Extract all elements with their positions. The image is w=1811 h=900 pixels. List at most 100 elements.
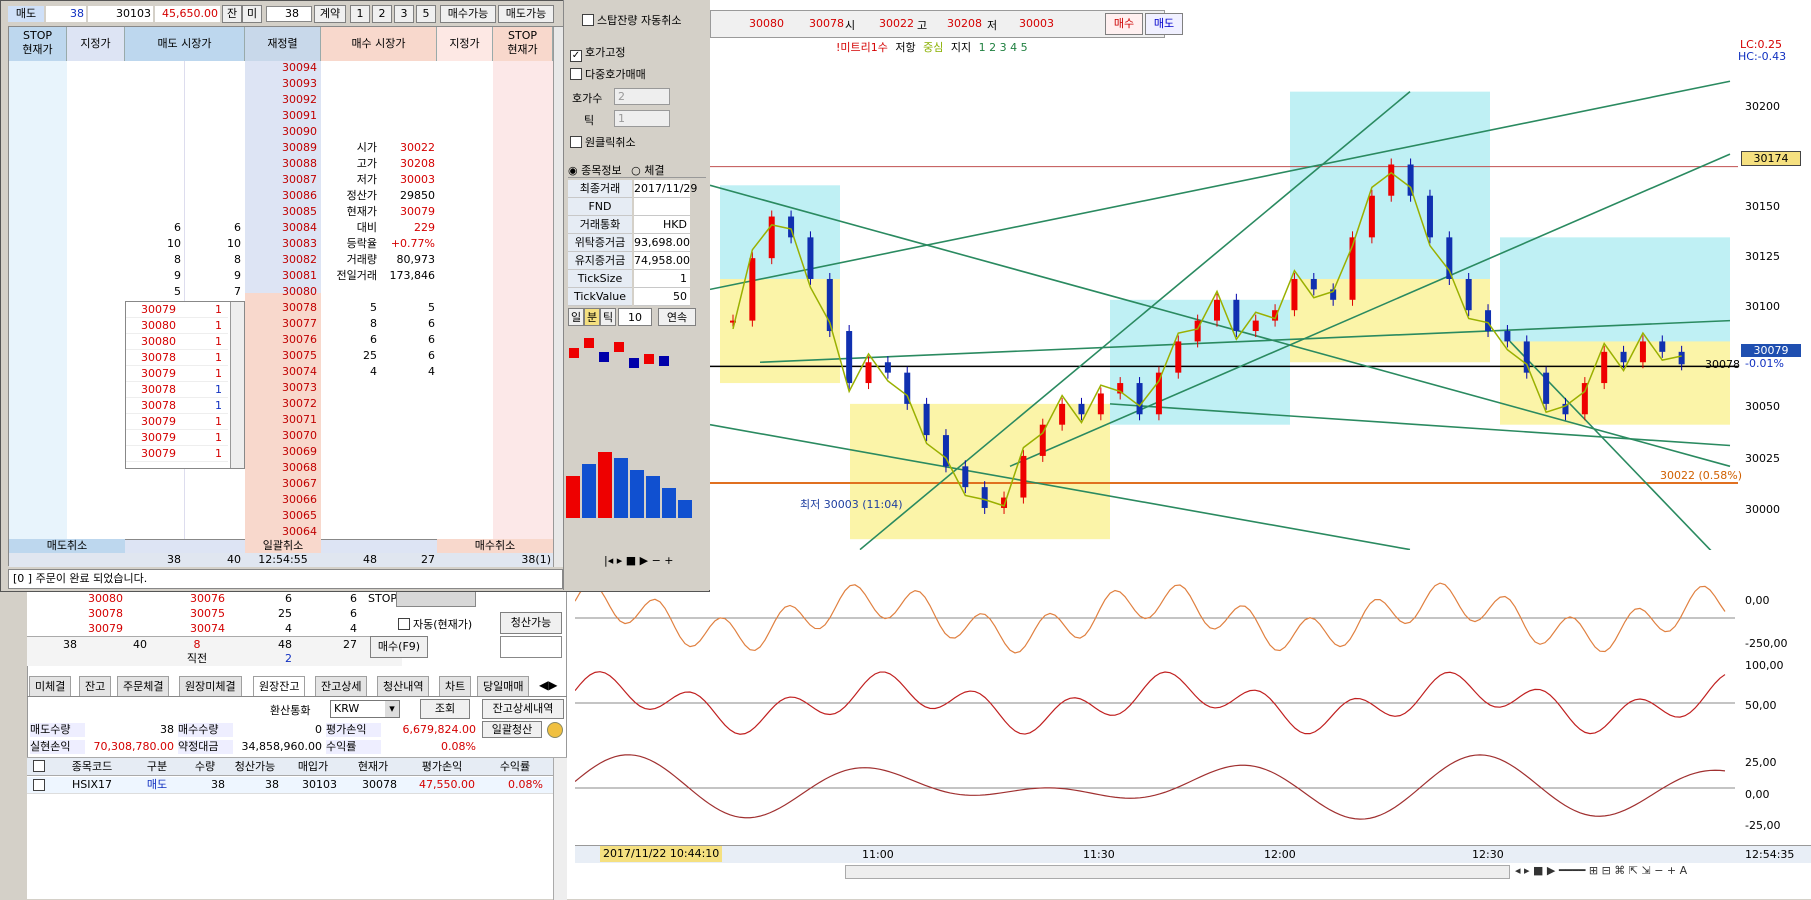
price-level[interactable]: 30081 — [245, 269, 317, 283]
info-radio[interactable]: ◉ — [568, 164, 578, 177]
clear-able-button[interactable]: 청산가능 — [500, 612, 562, 634]
period-n[interactable]: 10 — [618, 308, 652, 326]
price-level[interactable]: 30065 — [245, 509, 317, 523]
price-level[interactable]: 30073 — [245, 381, 317, 395]
mini-chart[interactable] — [564, 328, 706, 558]
tab-balance[interactable]: 잔고 — [79, 676, 112, 696]
tick-select[interactable]: 1 — [614, 110, 670, 127]
price-level[interactable]: 30091 — [245, 109, 317, 123]
price-level[interactable]: 30084 — [245, 221, 317, 235]
qty-input[interactable]: 38 — [266, 6, 312, 22]
balance-button[interactable]: 잔 — [222, 5, 242, 23]
price-level[interactable]: 30071 — [245, 413, 317, 427]
qty-preset-3[interactable]: 3 — [394, 5, 414, 23]
tab-ledger-balance[interactable]: 원장잔고 — [253, 676, 306, 696]
tab-unfilled[interactable]: 미체결 — [29, 676, 72, 696]
clear-qty-input[interactable] — [500, 636, 562, 658]
unfilled-button[interactable]: 미 — [242, 5, 262, 23]
tab-ledger-unfilled[interactable]: 원장미체결 — [179, 676, 242, 696]
osc-line — [575, 754, 1726, 820]
tick-scrollbar[interactable] — [230, 302, 244, 468]
table-scrollbar[interactable] — [553, 758, 567, 900]
period-tick[interactable]: 틱 — [600, 308, 616, 326]
price-level[interactable]: 30089 — [245, 141, 317, 155]
all-cancel-button[interactable]: 일괄취소 — [245, 539, 321, 553]
query-button[interactable]: 조회 — [420, 699, 470, 719]
table-row[interactable]: HSIX17 매도 38 38 30103 30078 47,550.00 0.… — [27, 777, 567, 794]
price-level[interactable]: 30070 — [245, 429, 317, 443]
currency-select[interactable]: KRW ▾ — [330, 700, 400, 718]
status-text: [0 ] 주문이 완료 되었습니다. — [13, 572, 148, 585]
price-chart[interactable] — [710, 40, 1738, 550]
tab-scroll-icon[interactable]: ◀▶ — [539, 678, 557, 692]
one-click-checkbox[interactable] — [570, 136, 582, 148]
chart-sell-button[interactable]: 매도 — [1145, 13, 1183, 35]
exec-radio[interactable]: ○ — [631, 164, 641, 177]
balance-detail-button[interactable]: 잔고상세내역 — [482, 699, 564, 719]
stop-input[interactable] — [396, 591, 476, 607]
price-level[interactable]: 30077 — [245, 317, 317, 331]
price-level[interactable]: 30088 — [245, 157, 317, 171]
price-level[interactable]: 30076 — [245, 333, 317, 347]
period-min[interactable]: 분 — [584, 308, 600, 326]
price-level[interactable]: 30074 — [245, 365, 317, 379]
qty-preset-5[interactable]: 5 — [416, 5, 436, 23]
auto-checkbox[interactable]: 자동(현재가) — [398, 616, 472, 632]
period-day[interactable]: 일 — [568, 308, 584, 326]
chart-scrollbar[interactable] — [845, 865, 1510, 879]
hdr-ask-mkt[interactable]: 매도 시장가 — [125, 27, 245, 61]
hdr-bid-mkt[interactable]: 매수 시장가 — [321, 27, 437, 61]
tick-price: 30079 — [141, 431, 176, 444]
hdr-cur-l[interactable]: 현재가 — [9, 43, 66, 57]
chart-buy-button[interactable]: 매수 — [1105, 13, 1143, 35]
price-level[interactable]: 30078 — [245, 301, 317, 315]
quote-count-select[interactable]: 2 — [614, 88, 670, 105]
sell-able-button[interactable]: 매도가능 — [498, 5, 554, 23]
price-level[interactable]: 30080 — [245, 285, 317, 299]
price-level[interactable]: 30085 — [245, 205, 317, 219]
tab-clear-history[interactable]: 청산내역 — [377, 676, 430, 696]
hdr-cur-r[interactable]: 현재가 — [493, 43, 552, 57]
price-level[interactable]: 30072 — [245, 397, 317, 411]
price-level[interactable]: 30087 — [245, 173, 317, 187]
contract-button[interactable]: 계약 — [314, 5, 346, 23]
qty-preset-2[interactable]: 2 — [372, 5, 392, 23]
sell-cancel-button[interactable]: 매도취소 — [9, 539, 125, 553]
price-level[interactable]: 30068 — [245, 461, 317, 475]
select-all-checkbox[interactable] — [33, 760, 45, 772]
price-level[interactable]: 30082 — [245, 253, 317, 267]
price-level[interactable]: 30067 — [245, 477, 317, 491]
mini-chart-nav[interactable]: |◂ ▸ ■ ▶ − + — [604, 554, 674, 567]
tab-order-exec[interactable]: 주문체결 — [117, 676, 170, 696]
auto-cancel-checkbox[interactable] — [582, 14, 594, 26]
chart-zoom-controls[interactable]: ◂ ▸ ■ ▶ ━━━━ ⊞ ⊟ ⌘ ⇱ ⇲ − + A — [1515, 864, 1805, 880]
gear-icon[interactable] — [547, 722, 563, 738]
multi-quote-checkbox[interactable] — [570, 68, 582, 80]
buy-f9-button[interactable]: 매수(F9) — [370, 636, 428, 658]
period-continuous[interactable]: 연속 — [658, 308, 696, 326]
price-level[interactable]: 30090 — [245, 125, 317, 139]
price-level[interactable]: 30094 — [245, 61, 317, 75]
tick-qty: 1 — [215, 351, 222, 364]
price-level[interactable]: 30083 — [245, 237, 317, 251]
price-level[interactable]: 30093 — [245, 77, 317, 91]
tab-balance-detail[interactable]: 잔고상세 — [315, 676, 368, 696]
hdr-reset[interactable]: 재정렬 — [245, 27, 321, 61]
row-checkbox[interactable] — [33, 779, 45, 791]
bulk-clear-button[interactable]: 일괄청산 — [482, 721, 542, 738]
buy-cancel-button[interactable]: 매수취소 — [437, 539, 553, 553]
price-level[interactable]: 30066 — [245, 493, 317, 507]
price-level[interactable]: 30086 — [245, 189, 317, 203]
price-level[interactable]: 30092 — [245, 93, 317, 107]
buy-able-button[interactable]: 매수가능 — [440, 5, 496, 23]
price-level[interactable]: 30069 — [245, 445, 317, 459]
oscillator-2[interactable] — [575, 658, 1735, 748]
fix-quote-checkbox[interactable]: ✓ — [570, 50, 582, 62]
oscillator-1[interactable] — [575, 556, 1735, 656]
tab-chart[interactable]: 차트 — [439, 676, 472, 696]
qty-preset-1[interactable]: 1 — [350, 5, 370, 23]
tab-daily-trade[interactable]: 당일매매 — [477, 676, 530, 696]
oscillator-3[interactable] — [575, 750, 1735, 845]
price-level[interactable]: 30064 — [245, 525, 317, 539]
price-level[interactable]: 30075 — [245, 349, 317, 363]
